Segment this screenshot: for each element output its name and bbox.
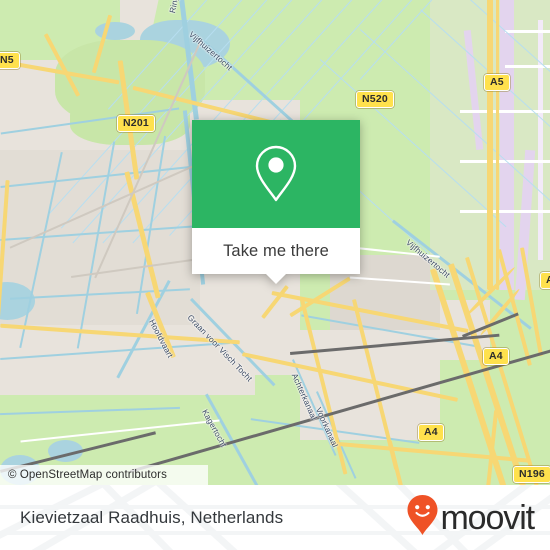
moovit-map-share-card: Ringvaart Kanaal Vijfhuizertocht Vijfhui… [0,0,550,550]
map-pin-icon [251,143,301,205]
osm-attribution-bar: © OpenStreetMap contributors [0,465,208,485]
road-shield-a4-edge[interactable]: A4 [540,272,550,289]
road-shield-n196[interactable]: N196 [513,466,550,483]
moovit-wordmark: moovit [440,498,535,537]
take-me-there-label: Take me there [223,241,329,260]
footer-bar: Kievietzaal Raadhuis, Netherlands moovit [0,485,550,550]
moovit-smiley-pin-icon [406,494,439,541]
moovit-logo[interactable]: moovit [406,494,550,541]
popup-action-area[interactable]: Take me there [192,228,360,284]
road-shield-n520[interactable]: N520 [356,91,394,108]
road-shield-n5[interactable]: N5 [0,52,20,69]
road-shield-a5[interactable]: A5 [484,74,510,91]
road-shield-a4[interactable]: A4 [483,348,509,365]
take-me-there-popup[interactable]: Take me there [192,120,360,284]
road-shield-n201[interactable]: N201 [117,115,155,132]
road-shield-a4-2[interactable]: A4 [418,424,444,441]
map-canvas[interactable]: Ringvaart Kanaal Vijfhuizertocht Vijfhui… [0,0,550,485]
popup-tail [265,273,287,284]
osm-attribution-text[interactable]: © OpenStreetMap contributors [0,469,167,481]
popup-icon-area [192,120,360,228]
place-name-label: Kievietzaal Raadhuis, Netherlands [20,507,284,527]
